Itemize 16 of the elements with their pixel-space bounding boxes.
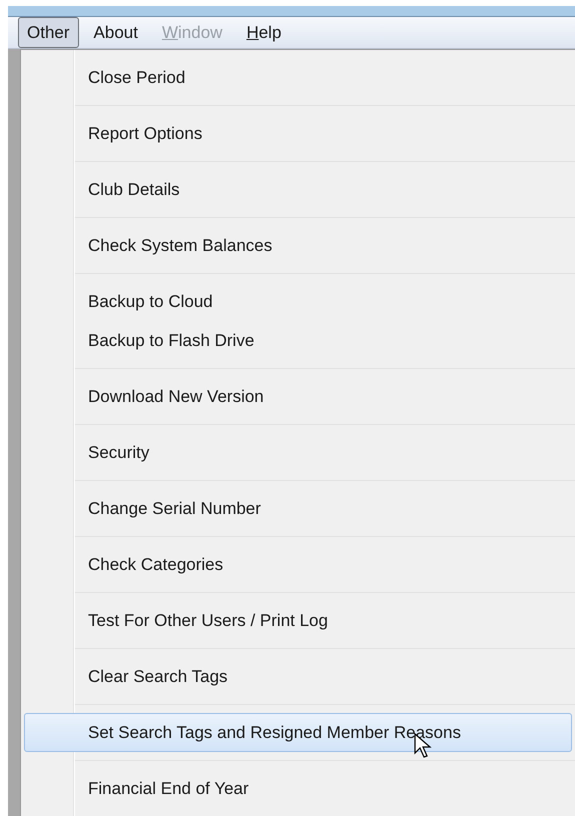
menu-item[interactable]: Change Serial Number [24, 489, 572, 528]
menu-item[interactable]: Check Categories [24, 545, 572, 584]
menu-item[interactable]: Report Options [24, 114, 572, 153]
menu-item[interactable]: Download New Version [24, 377, 572, 416]
menu-bar-item[interactable]: Help [237, 16, 290, 48]
menu-bar-item[interactable]: Other [18, 16, 79, 48]
menu-item[interactable]: Close Period [24, 58, 572, 97]
menu-item[interactable]: Check System Balances [24, 226, 572, 265]
menu-item[interactable]: Club Details [24, 170, 572, 209]
menu-item[interactable]: Financial End of Year [24, 769, 572, 808]
menu-item[interactable]: Security [24, 433, 572, 472]
menu-bar-item[interactable]: About [84, 16, 147, 48]
menu-item[interactable]: Backup to Flash Drive [24, 321, 572, 360]
menu-item[interactable]: Clear Search Tags [24, 657, 572, 696]
menu-item[interactable]: Test For Other Users / Print Log [24, 601, 572, 640]
menu-item[interactable]: Backup to Cloud [24, 282, 572, 321]
